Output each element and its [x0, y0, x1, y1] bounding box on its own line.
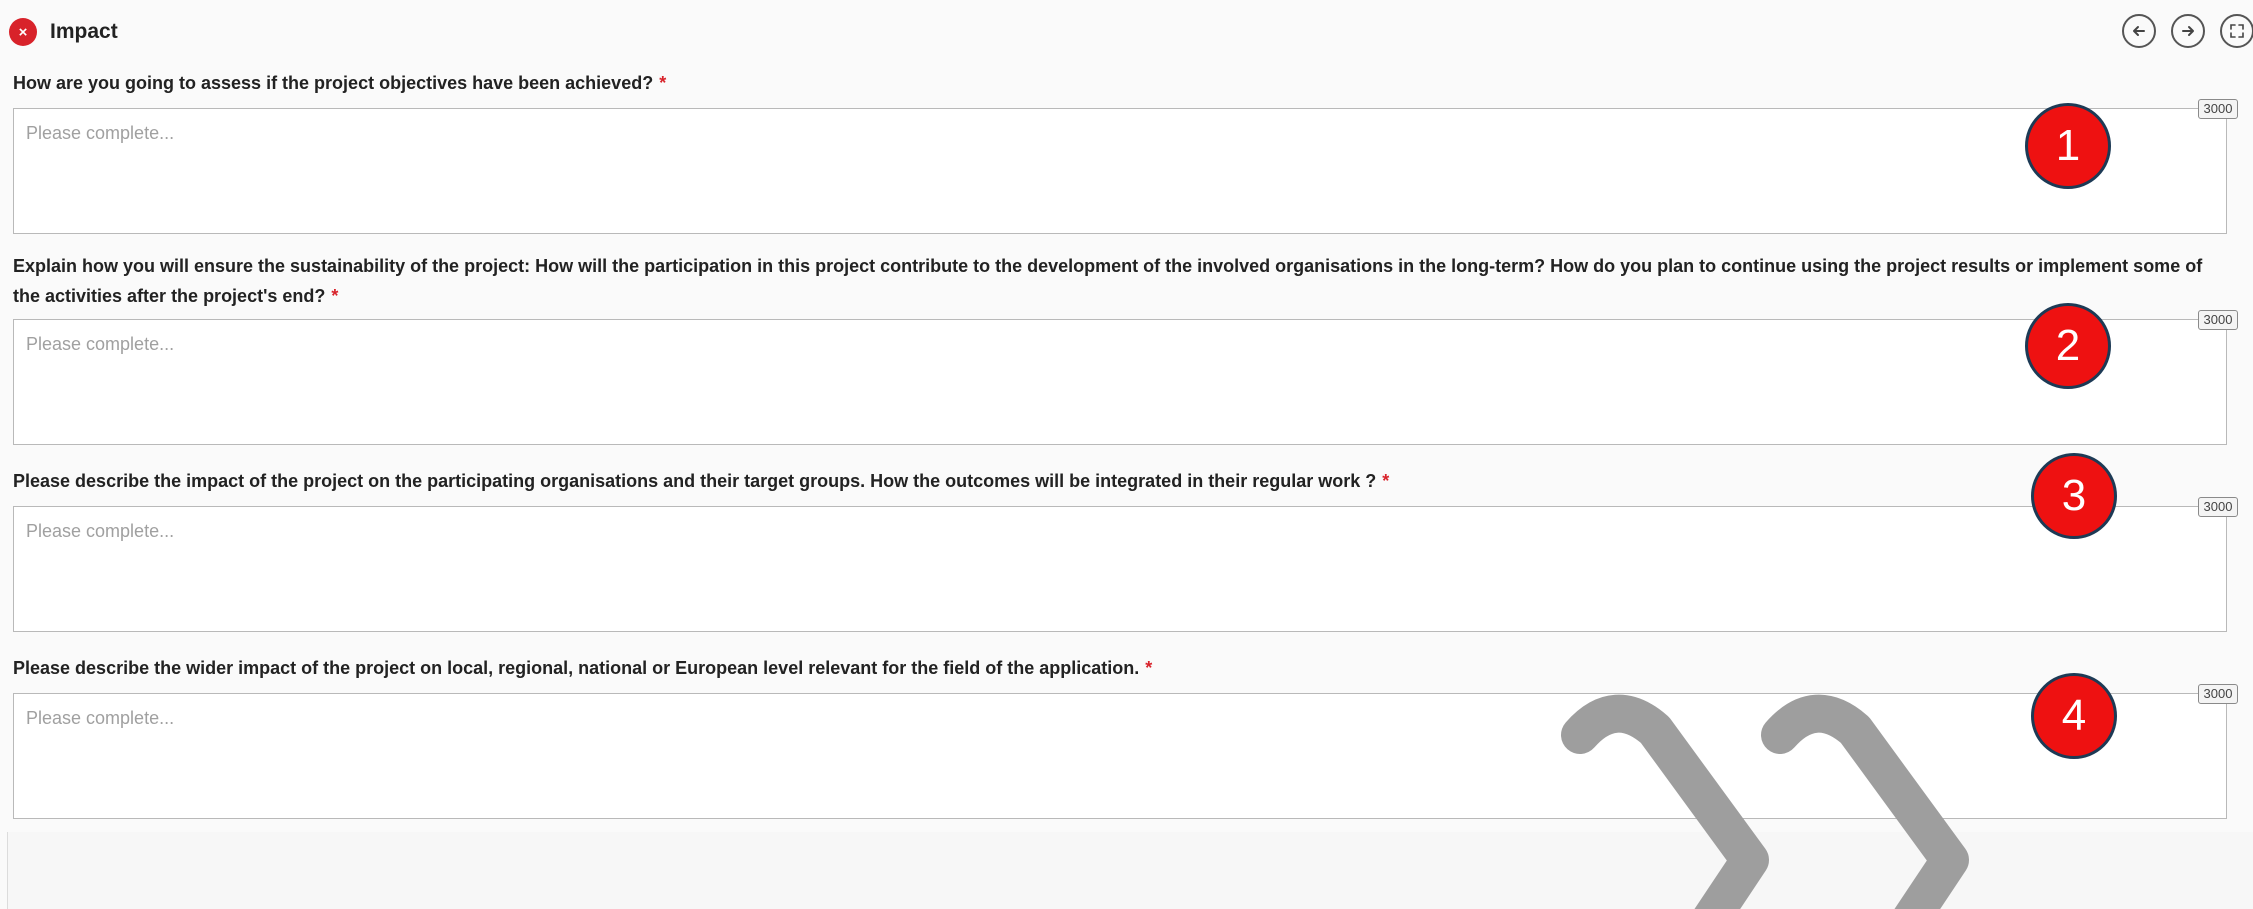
required-marker: *	[331, 286, 339, 306]
previous-section-button[interactable]	[2122, 14, 2156, 48]
section-header: × Impact	[0, 0, 2253, 60]
form-footer-area	[7, 832, 2253, 909]
question-1-field[interactable]	[13, 108, 2227, 234]
question-4-char-limit: 3000	[2198, 684, 2238, 704]
question-2-char-limit: 3000	[2198, 310, 2238, 330]
question-2-label: Explain how you will ensure the sustaina…	[13, 251, 2233, 311]
question-4-text: Please describe the wider impact of the …	[13, 658, 1140, 678]
question-3-field[interactable]	[13, 506, 2227, 632]
question-3-textarea[interactable]	[14, 507, 2226, 631]
question-3-text: Please describe the impact of the projec…	[13, 471, 1377, 491]
callout-3-badge: 3	[2031, 453, 2117, 539]
question-2-text: Explain how you will ensure the sustaina…	[13, 256, 2203, 306]
required-marker: *	[1145, 658, 1153, 678]
question-2-textarea[interactable]	[14, 320, 2226, 444]
question-1-textarea[interactable]	[14, 109, 2226, 233]
callout-1-badge: 1	[2025, 103, 2111, 189]
question-4-field[interactable]	[13, 693, 2227, 819]
error-status-icon: ×	[9, 18, 37, 46]
required-marker: *	[659, 73, 667, 93]
arrow-left-icon	[2133, 26, 2145, 36]
question-3-char-limit: 3000	[2198, 497, 2238, 517]
arrow-right-icon	[2182, 26, 2194, 36]
fullscreen-icon	[2230, 24, 2244, 38]
section-title: Impact	[50, 20, 118, 43]
question-4-textarea[interactable]	[14, 694, 2226, 818]
question-3-label: Please describe the impact of the projec…	[13, 466, 2233, 496]
callout-2-badge: 2	[2025, 303, 2111, 389]
question-2-field[interactable]	[13, 319, 2227, 445]
required-marker: *	[1382, 471, 1390, 491]
question-4-label: Please describe the wider impact of the …	[13, 653, 2233, 683]
next-section-button[interactable]	[2171, 14, 2205, 48]
fullscreen-button[interactable]	[2220, 14, 2253, 48]
question-1-char-limit: 3000	[2198, 99, 2238, 119]
question-1-text: How are you going to assess if the proje…	[13, 73, 654, 93]
callout-4-badge: 4	[2031, 673, 2117, 759]
impact-form-page: × Impact How are you going to assess if …	[0, 0, 2253, 909]
question-1-label: How are you going to assess if the proje…	[13, 68, 2233, 98]
